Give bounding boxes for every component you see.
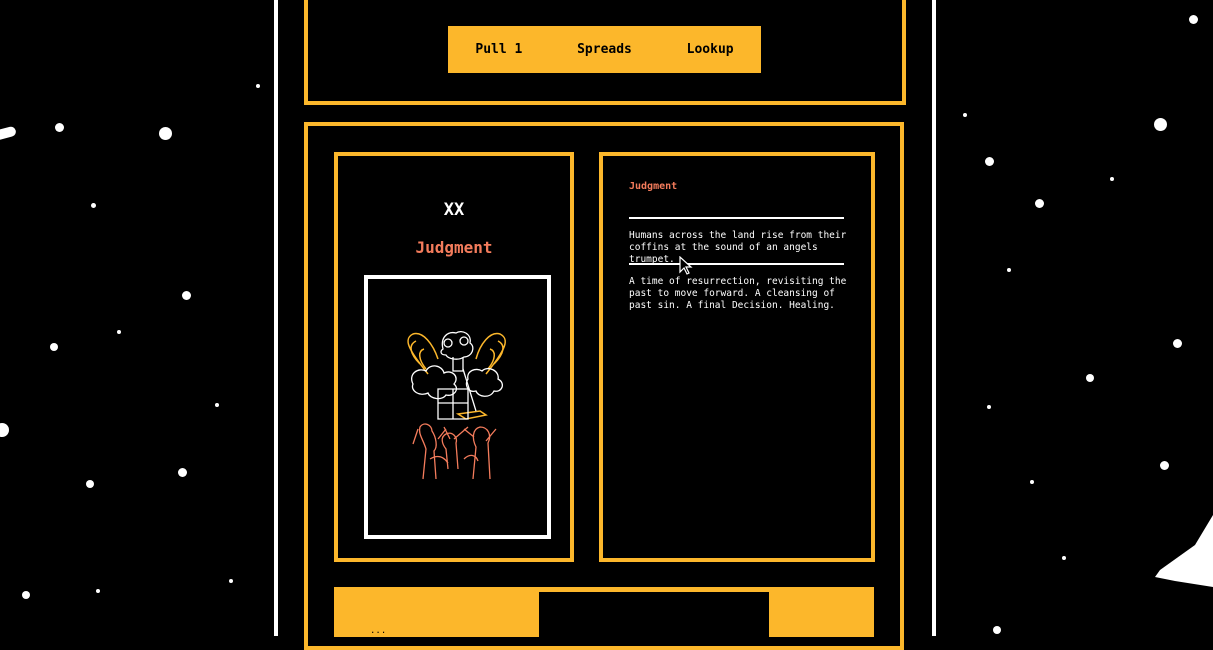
- star: [985, 157, 994, 166]
- shooting-star: [1155, 515, 1213, 587]
- star: [229, 579, 233, 583]
- star: [22, 591, 30, 599]
- star: [55, 123, 64, 132]
- star: [256, 84, 260, 88]
- description-imagery: Humans across the land rise from their c…: [629, 230, 847, 265]
- star: [215, 403, 219, 407]
- star: [1189, 15, 1198, 24]
- star: [1160, 461, 1169, 470]
- nav-lookup[interactable]: Lookup: [687, 42, 734, 57]
- star: [1030, 480, 1034, 484]
- star: [159, 127, 172, 140]
- star: [182, 291, 191, 300]
- star: [1007, 268, 1011, 272]
- divider: [629, 263, 844, 265]
- card-number: XX: [443, 200, 465, 220]
- star: [0, 423, 9, 437]
- star: [96, 589, 100, 593]
- bottom-panel-inner: [539, 592, 769, 637]
- description-title: Judgment: [629, 181, 678, 192]
- star: [1154, 118, 1167, 131]
- star: [86, 480, 94, 488]
- star: [963, 113, 967, 117]
- star: [1086, 374, 1094, 382]
- mouse-cursor-icon: [679, 256, 693, 275]
- description-meaning: A time of resurrection, revisiting the p…: [629, 276, 847, 311]
- star: [1110, 177, 1114, 181]
- star: [987, 405, 991, 409]
- nav-pull-1[interactable]: Pull 1: [475, 42, 522, 57]
- star: [993, 626, 1001, 634]
- star: [50, 343, 58, 351]
- star: [1173, 339, 1182, 348]
- star: [1062, 556, 1066, 560]
- divider: [629, 217, 844, 219]
- card-name: Judgment: [415, 238, 493, 257]
- judgment-card-illustration: [407, 330, 506, 480]
- bottom-label: ...: [370, 626, 387, 636]
- star: [1035, 199, 1044, 208]
- star: [91, 203, 96, 208]
- nav-spreads[interactable]: Spreads: [577, 42, 632, 57]
- star: [178, 468, 187, 477]
- main-nav: Pull 1 Spreads Lookup: [448, 26, 761, 73]
- card-image[interactable]: [364, 275, 551, 539]
- description-panel: [599, 152, 875, 562]
- shooting-star: [0, 125, 17, 141]
- star: [117, 330, 121, 334]
